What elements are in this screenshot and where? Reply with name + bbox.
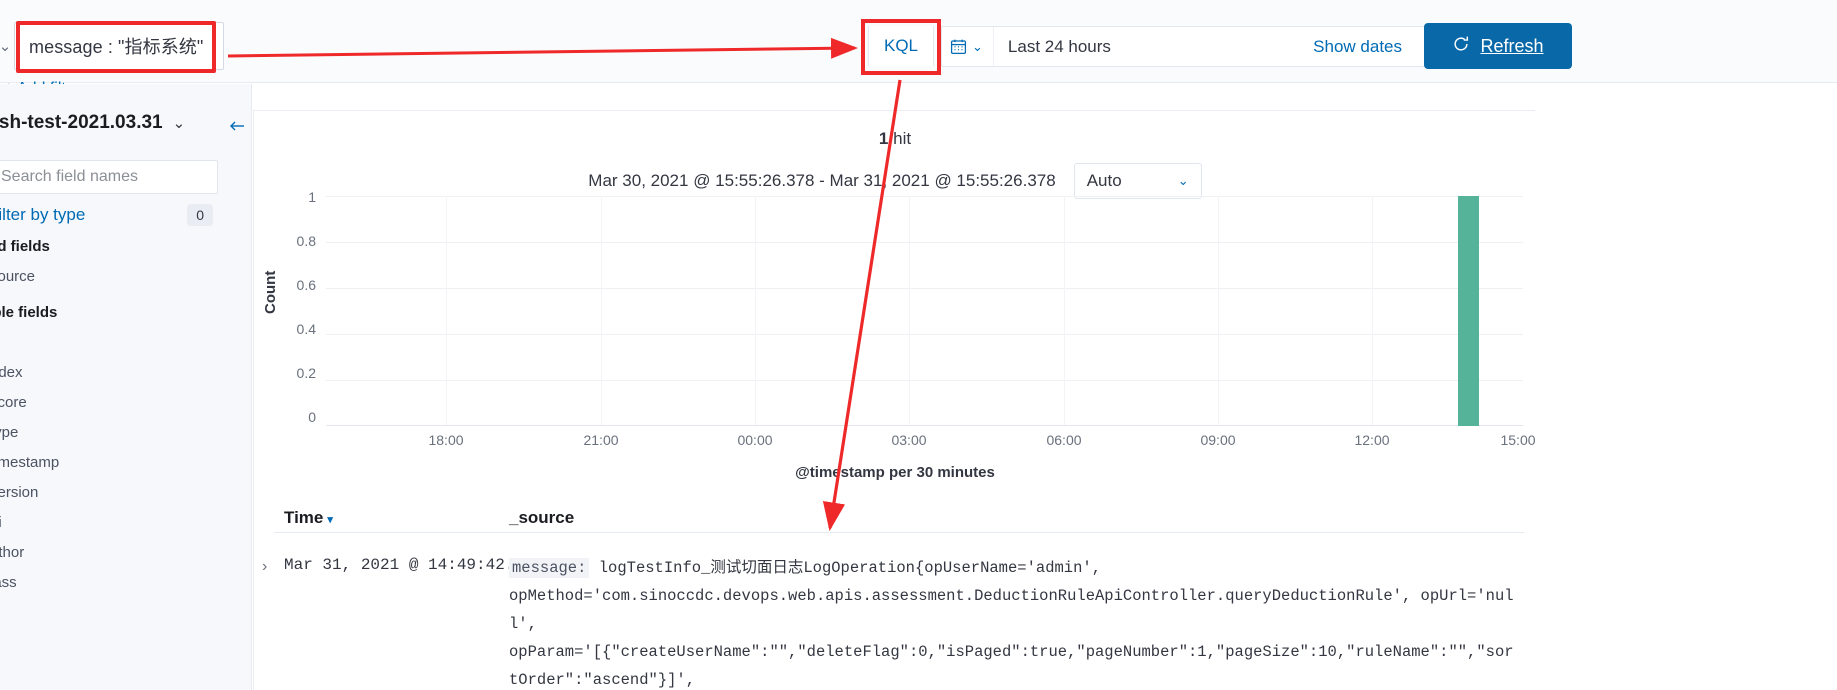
selected-fields-heading: ted fields (0, 238, 50, 255)
y-tick-1: 1 (308, 189, 316, 205)
hits-word: hit (893, 129, 912, 148)
x-tick-2100: 21:00 (583, 432, 619, 448)
field-item-api[interactable]: pi (0, 514, 2, 531)
refresh-icon (1452, 35, 1470, 58)
x-tick-1800: 18:00 (428, 432, 464, 448)
x-tick-0300: 03:00 (891, 432, 927, 448)
column-header-time[interactable]: Time ▾ (284, 508, 333, 528)
collapse-sidebar-icon[interactable] (228, 118, 248, 139)
y-tick-04: 0.4 (296, 321, 316, 337)
query-row: ⌄ message : "指标系统" (0, 22, 224, 70)
source-line-3: opParam='[{"createUserName":"","deleteFl… (509, 643, 1514, 689)
expand-row-icon[interactable]: › (262, 558, 267, 576)
available-fields-heading: able fields (0, 304, 58, 321)
filter-by-type-count: 0 (187, 204, 213, 226)
y-tick-06: 0.6 (296, 277, 316, 293)
histogram-card: 1 hit Mar 30, 2021 @ 15:55:26.378 - Mar … (253, 110, 1536, 690)
kibana-discover-screen: ⌄ message : "指标系统" + Add filter KQL ⌄ La… (0, 0, 1837, 690)
filter-by-type-label: Filter by type (0, 205, 86, 224)
field-item-score[interactable]: score (0, 394, 27, 411)
index-pattern-label: tash-test-2021.03.31 (0, 112, 163, 133)
chart-x-axis-title: @timestamp per 30 minutes (795, 464, 995, 481)
field-item-version[interactable]: version (0, 484, 38, 501)
calendar-icon (950, 38, 967, 55)
histogram-chart: Count 1 0.8 0.6 0.4 0.2 0 18:00 21:00 00… (254, 186, 1536, 481)
date-quick-select-button[interactable]: ⌄ (942, 27, 994, 66)
refresh-label: Refresh (1480, 35, 1544, 56)
x-tick-1200: 12:00 (1354, 432, 1390, 448)
hits-count-label: 1 hit (254, 129, 1536, 149)
index-pattern-selector[interactable]: tash-test-2021.03.31 ⌄ (0, 112, 185, 134)
field-item-timestamp[interactable]: timestamp (0, 454, 59, 471)
field-item-author[interactable]: uthor (0, 544, 24, 561)
row-source-value: message: logTestInfo_测试切面日志LogOperation{… (509, 554, 1519, 690)
x-tick-0000: 00:00 (737, 432, 773, 448)
column-header-time-label: Time (284, 508, 324, 527)
field-item-index[interactable]: ndex (0, 364, 23, 381)
x-tick-1500: 15:00 (1500, 432, 1536, 448)
date-range-label[interactable]: Last 24 hours (994, 37, 1125, 57)
search-query-input[interactable]: message : "指标系统" (14, 22, 224, 70)
fields-sidebar: tash-test-2021.03.31 ⌄ Search field name… (0, 84, 252, 690)
row-time-value: Mar 31, 2021 @ 14:49:42.086 (284, 556, 544, 574)
source-field-key: message: (509, 558, 590, 578)
histogram-bar[interactable] (1458, 196, 1479, 426)
chart-plot-area (326, 196, 1523, 426)
chevron-down-icon: ⌄ (972, 38, 983, 54)
kql-language-button[interactable]: KQL (868, 26, 934, 66)
chevron-down-icon: ⌄ (172, 115, 186, 132)
x-tick-0900: 09:00 (1200, 432, 1236, 448)
table-header-divider (274, 532, 1524, 533)
refresh-button[interactable]: Refresh (1424, 23, 1572, 69)
filter-by-type-button[interactable]: Filter by type 0 (0, 202, 213, 228)
hits-count-number: 1 (878, 129, 889, 148)
field-search-input[interactable]: Search field names (0, 160, 218, 194)
y-tick-02: 0.2 (296, 365, 316, 381)
sort-desc-icon: ▾ (327, 514, 333, 526)
column-header-source[interactable]: _source (509, 508, 574, 528)
show-dates-button[interactable]: Show dates (1313, 37, 1424, 57)
chevron-down-icon[interactable]: ⌄ (0, 22, 14, 70)
field-item-source[interactable]: source (0, 268, 35, 285)
source-line-2: opMethod='com.sinoccdc.devops.web.apis.a… (509, 587, 1514, 633)
y-tick-0: 0 (308, 409, 316, 425)
query-toolbar: ⌄ message : "指标系统" + Add filter KQL ⌄ La… (0, 0, 1837, 97)
y-tick-08: 0.8 (296, 233, 316, 249)
field-item-type[interactable]: type (0, 424, 18, 441)
x-tick-0600: 06:00 (1046, 432, 1082, 448)
date-picker-group: ⌄ Last 24 hours Show dates (941, 26, 1425, 67)
source-line-1: logTestInfo_测试切面日志LogOperation{opUserNam… (598, 559, 1102, 577)
discover-main-panel: 1 hit Mar 30, 2021 @ 15:55:26.378 - Mar … (230, 110, 1837, 690)
field-item-class[interactable]: lass (0, 574, 17, 591)
